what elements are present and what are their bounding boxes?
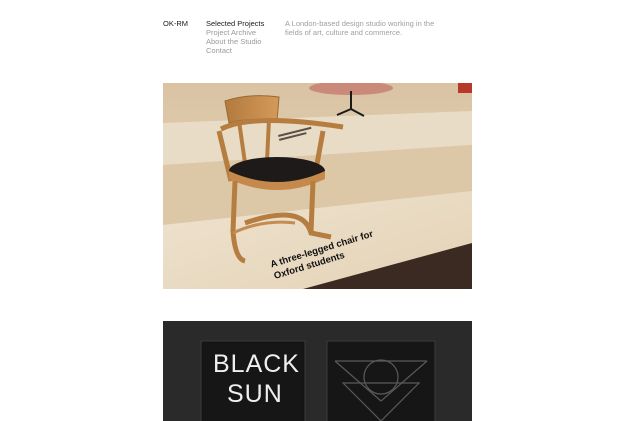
chair-photo: A three-legged chair for Oxford students: [163, 83, 472, 289]
nav-item-selected-projects[interactable]: Selected Projects: [206, 19, 264, 28]
book-title-line-2: SUN: [227, 380, 283, 408]
project-card-black-sun[interactable]: BLACK SUN: [163, 321, 472, 421]
main-nav: Selected Projects Project Archive About …: [206, 19, 264, 55]
nav-item-contact[interactable]: Contact: [206, 46, 264, 55]
nav-item-project-archive[interactable]: Project Archive: [206, 28, 264, 37]
book-title-line-1: BLACK: [213, 350, 300, 378]
site-tagline: A London-based design studio working in …: [285, 19, 435, 37]
black-sun-book-photo: BLACK SUN: [163, 321, 472, 421]
project-card-chair[interactable]: A three-legged chair for Oxford students: [163, 83, 472, 289]
logo-link[interactable]: OK-RM: [163, 19, 188, 28]
nav-item-about[interactable]: About the Studio: [206, 37, 264, 46]
